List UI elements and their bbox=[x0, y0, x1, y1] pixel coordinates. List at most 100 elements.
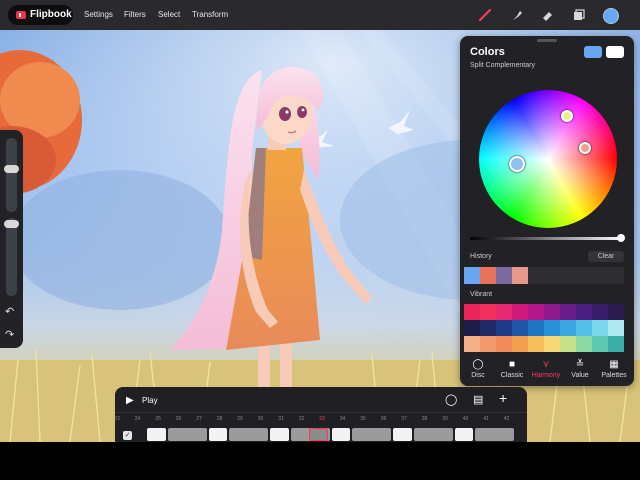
frame-number[interactable]: 29 bbox=[233, 416, 247, 422]
frame-number[interactable]: 42 bbox=[500, 416, 514, 422]
menu-filters[interactable]: Filters bbox=[124, 10, 146, 19]
palette-swatch[interactable] bbox=[512, 320, 528, 336]
held-frame-cell[interactable] bbox=[352, 428, 391, 441]
palette-swatch[interactable] bbox=[544, 304, 560, 320]
palette-swatch[interactable] bbox=[496, 320, 512, 336]
held-frame-cell[interactable] bbox=[167, 428, 207, 441]
history-swatch[interactable] bbox=[576, 267, 592, 284]
palette-swatch[interactable] bbox=[560, 320, 576, 336]
frame-number[interactable]: 35 bbox=[356, 416, 370, 422]
tab-harmony[interactable]: ⋎ Harmony bbox=[529, 358, 563, 379]
history-swatch[interactable] bbox=[512, 267, 528, 284]
frame-number[interactable]: 31 bbox=[274, 416, 288, 422]
menu-settings[interactable]: Settings bbox=[84, 10, 113, 19]
palette-swatch[interactable] bbox=[608, 304, 624, 320]
frame-number[interactable]: 25 bbox=[151, 416, 165, 422]
palette-swatch[interactable] bbox=[608, 336, 624, 352]
history-swatch[interactable] bbox=[464, 267, 480, 284]
play-icon[interactable]: ▶ bbox=[126, 395, 134, 406]
palette-swatch[interactable] bbox=[592, 320, 608, 336]
palette-swatch[interactable] bbox=[480, 336, 496, 352]
frame-number[interactable]: 32 bbox=[295, 416, 309, 422]
layer-visibility-checkbox[interactable]: ✓ bbox=[123, 431, 132, 440]
menu-select[interactable]: Select bbox=[158, 10, 180, 19]
tab-palettes[interactable]: ▦ Palettes bbox=[597, 358, 631, 379]
color-wheel-handle-split-2[interactable] bbox=[579, 142, 591, 154]
frame-number[interactable]: 24 bbox=[131, 416, 145, 422]
brush-opacity-knob[interactable] bbox=[4, 220, 19, 228]
held-frame-cell[interactable] bbox=[413, 428, 453, 441]
frame-number[interactable]: 28 bbox=[213, 416, 227, 422]
frame-number[interactable]: 23 bbox=[110, 416, 124, 422]
play-button[interactable]: Play bbox=[142, 396, 158, 405]
brush-size-knob[interactable] bbox=[4, 165, 19, 173]
frame-number[interactable]: 30 bbox=[254, 416, 268, 422]
frame-number[interactable]: 36 bbox=[377, 416, 391, 422]
palette-swatch[interactable] bbox=[496, 336, 512, 352]
palette-swatch[interactable] bbox=[560, 336, 576, 352]
palette-swatch[interactable] bbox=[560, 304, 576, 320]
palette-swatch[interactable] bbox=[544, 320, 560, 336]
tab-classic[interactable]: ■ Classic bbox=[495, 358, 529, 379]
palette-swatch[interactable] bbox=[512, 336, 528, 352]
history-swatch[interactable] bbox=[496, 267, 512, 284]
keyframe-cell[interactable] bbox=[393, 428, 412, 441]
frame-number[interactable]: 26 bbox=[172, 416, 186, 422]
menu-transform[interactable]: Transform bbox=[192, 10, 228, 19]
history-swatch[interactable] bbox=[528, 267, 544, 284]
palette-swatch[interactable] bbox=[464, 304, 480, 320]
redo-icon[interactable]: ↷ bbox=[5, 328, 14, 341]
frame-ruler[interactable]: 23 24 25 26 27 28 29 30 31 32 33 34 35 36 37 38 39 40 41 42 bbox=[114, 412, 527, 425]
palette-swatch[interactable] bbox=[480, 304, 496, 320]
eraser-icon[interactable] bbox=[540, 7, 556, 23]
add-frame-icon[interactable]: + bbox=[499, 390, 507, 406]
brightness-slider[interactable] bbox=[470, 237, 624, 240]
layers-icon[interactable] bbox=[571, 7, 587, 23]
palette-swatch[interactable] bbox=[576, 336, 592, 352]
tab-value[interactable]: ≚ Value bbox=[563, 358, 597, 379]
frame-number[interactable]: 27 bbox=[192, 416, 206, 422]
frame-number[interactable]: 37 bbox=[397, 416, 411, 422]
palette-swatch[interactable] bbox=[528, 336, 544, 352]
color-wheel-handle-primary[interactable] bbox=[509, 156, 525, 172]
palette-swatch[interactable] bbox=[544, 336, 560, 352]
history-swatch[interactable] bbox=[560, 267, 576, 284]
keyframe-cell[interactable] bbox=[208, 428, 227, 441]
palette-swatch[interactable] bbox=[528, 304, 544, 320]
keyframe-cell[interactable] bbox=[270, 428, 289, 441]
history-swatch[interactable] bbox=[608, 267, 624, 284]
frame-number[interactable]: 41 bbox=[479, 416, 493, 422]
palette-swatch[interactable] bbox=[480, 320, 496, 336]
brush-size-slider[interactable] bbox=[6, 138, 17, 212]
palette-swatch[interactable] bbox=[528, 320, 544, 336]
color-wheel[interactable] bbox=[479, 90, 617, 228]
onion-skin-icon[interactable]: ◯ bbox=[445, 393, 457, 406]
history-swatch[interactable] bbox=[592, 267, 608, 284]
frame-number[interactable]: 38 bbox=[418, 416, 432, 422]
palette-swatch[interactable] bbox=[576, 320, 592, 336]
brush-icon[interactable] bbox=[477, 7, 493, 23]
current-color-button[interactable] bbox=[603, 8, 619, 24]
timeline-layer-row[interactable]: ✓ bbox=[115, 427, 527, 443]
primary-color-swatch[interactable] bbox=[584, 46, 602, 58]
frame-number[interactable]: 40 bbox=[459, 416, 473, 422]
panel-grabber[interactable] bbox=[537, 39, 557, 42]
palette-swatch[interactable] bbox=[512, 304, 528, 320]
palette-swatch[interactable] bbox=[592, 336, 608, 352]
palette-swatch[interactable] bbox=[464, 320, 480, 336]
brightness-slider-knob[interactable] bbox=[617, 234, 625, 242]
gallery-button[interactable]: Flipbook bbox=[8, 5, 73, 25]
layer-settings-icon[interactable]: ▤ bbox=[473, 393, 483, 406]
keyframe-cell[interactable] bbox=[454, 428, 473, 441]
current-frame-cell[interactable] bbox=[309, 428, 328, 441]
frame-number[interactable]: 39 bbox=[438, 416, 452, 422]
color-wheel-handle-split-1[interactable] bbox=[561, 110, 573, 122]
held-frame-cell[interactable] bbox=[475, 428, 514, 441]
secondary-color-swatch[interactable] bbox=[606, 46, 624, 58]
history-swatch[interactable] bbox=[544, 267, 560, 284]
frame-number[interactable]: 34 bbox=[336, 416, 350, 422]
undo-icon[interactable]: ↶ bbox=[5, 305, 14, 318]
palette-swatch[interactable] bbox=[608, 320, 624, 336]
held-frame-cell[interactable] bbox=[229, 428, 268, 441]
brush-opacity-slider[interactable] bbox=[6, 218, 17, 296]
